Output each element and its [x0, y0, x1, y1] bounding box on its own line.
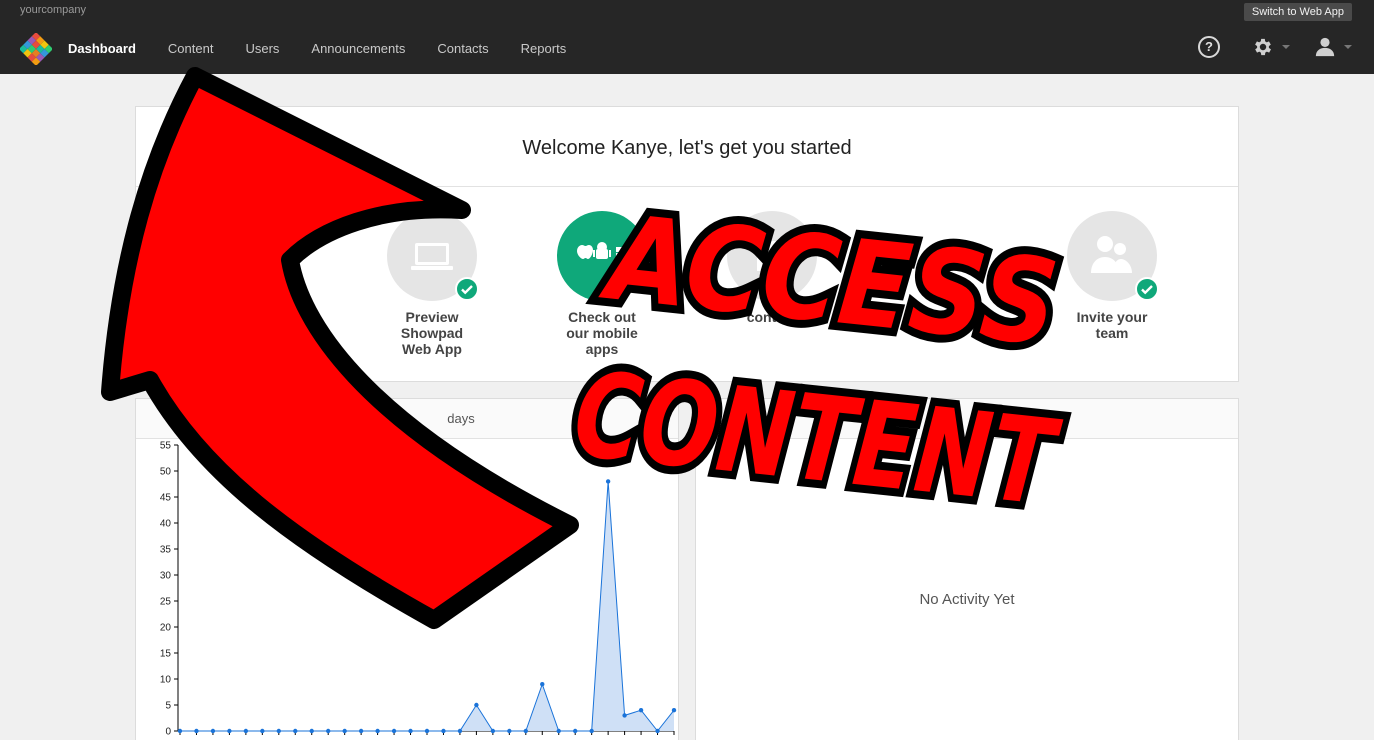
switch-to-web-app-button[interactable]: Switch to Web App: [1243, 3, 1352, 21]
y-tick-label: 10: [160, 675, 172, 686]
step-label: content: [746, 309, 798, 325]
data-point: [276, 728, 281, 734]
showpad-logo-icon[interactable]: [20, 33, 52, 65]
data-point: [441, 728, 446, 734]
data-point: [293, 728, 298, 734]
step-invite-team[interactable]: Invite your team: [1052, 211, 1172, 341]
user-icon: [1315, 37, 1335, 57]
y-tick-label: 50: [160, 467, 172, 478]
activity-card: No Activity Yet: [695, 398, 1239, 740]
data-point: [424, 728, 430, 734]
data-point: [655, 728, 660, 734]
data-point: [490, 728, 496, 734]
nav-contacts[interactable]: Contacts: [437, 40, 488, 58]
data-point: [474, 702, 479, 708]
welcome-card: Welcome Kanye, let's get you started Pre…: [135, 106, 1239, 382]
data-point: [523, 728, 528, 734]
checkmark-icon: [455, 277, 479, 301]
content-views-chart: 0 5 10 15 20 25 30 35 40 45 50 55: [160, 441, 677, 738]
data-point: [507, 728, 512, 734]
step-circle: [387, 211, 479, 301]
step-circle: [557, 211, 647, 301]
data-point: [573, 728, 578, 734]
data-point: [177, 728, 183, 734]
nav-reports[interactable]: Reports: [521, 40, 567, 58]
welcome-title: Welcome Kanye, let's get you started: [136, 107, 1238, 187]
y-tick-label: 5: [165, 701, 171, 712]
data-point: [638, 708, 644, 713]
user-menu[interactable]: [1314, 36, 1352, 58]
y-tick-label: 0: [165, 727, 171, 738]
chevron-down-icon: [1282, 45, 1290, 49]
data-point: [375, 728, 380, 734]
data-point: [605, 479, 611, 484]
activity-header: [696, 399, 1238, 439]
main-nav: Dashboard Content Users Announcements Co…: [68, 40, 598, 58]
nav-right-controls: ?: [1198, 36, 1352, 58]
nav-dashboard[interactable]: Dashboard: [68, 40, 136, 58]
step-label: Invite your team: [1076, 309, 1148, 341]
step-content[interactable]: content: [712, 211, 832, 325]
data-point: [243, 728, 249, 734]
step-circle: [727, 211, 817, 301]
nav-users[interactable]: Users: [245, 40, 279, 58]
data-point: [622, 713, 627, 718]
data-point: [391, 728, 397, 734]
data-point: [260, 728, 265, 734]
settings-menu[interactable]: [1252, 36, 1290, 58]
checkmark-icon: [1135, 277, 1159, 301]
y-tick-label: 25: [160, 597, 172, 608]
data-point: [227, 728, 232, 734]
y-tick-label: 45: [160, 493, 172, 504]
data-point: [342, 728, 347, 734]
data-point: [194, 728, 199, 734]
nav-announcements[interactable]: Announcements: [311, 40, 405, 58]
chart-card: days 0 5 10 15 20 25 30 35 40 45 50 55: [135, 398, 679, 740]
data-point: [358, 728, 364, 734]
y-tick-label: 20: [160, 623, 172, 634]
chevron-down-icon: [1344, 45, 1352, 49]
step-label: Preview Showpad Web App: [400, 309, 464, 357]
step-preview-web-app[interactable]: Preview Showpad Web App: [372, 211, 492, 357]
y-tick-label: 55: [160, 441, 172, 452]
nav-content[interactable]: Content: [168, 40, 214, 58]
data-point: [457, 728, 463, 734]
help-icon[interactable]: ?: [1198, 36, 1220, 58]
data-point: [556, 728, 561, 734]
content-icon: [757, 241, 787, 271]
data-point: [671, 708, 677, 713]
mobile-apps-icon: [577, 242, 629, 259]
data-point: [408, 728, 413, 734]
y-tick-label: 35: [160, 545, 172, 556]
top-navigation-bar: yourcompany Switch to Web App Dashboard …: [0, 0, 1374, 74]
data-point: [210, 728, 216, 734]
data-point: [540, 682, 545, 687]
gear-icon: [1255, 38, 1271, 56]
data-point: [589, 728, 594, 734]
step-mobile-apps[interactable]: Check out our mobile apps: [542, 211, 662, 357]
step-label: Check out our mobile apps: [566, 309, 638, 357]
y-tick-label: 40: [160, 519, 172, 530]
company-name: yourcompany: [20, 4, 87, 16]
data-point: [326, 728, 331, 734]
step-circle: [1067, 211, 1159, 301]
y-tick-label: 30: [160, 571, 172, 582]
data-point: [309, 728, 314, 734]
no-activity-text: No Activity Yet: [919, 591, 1015, 608]
y-tick-label: 15: [160, 649, 172, 660]
